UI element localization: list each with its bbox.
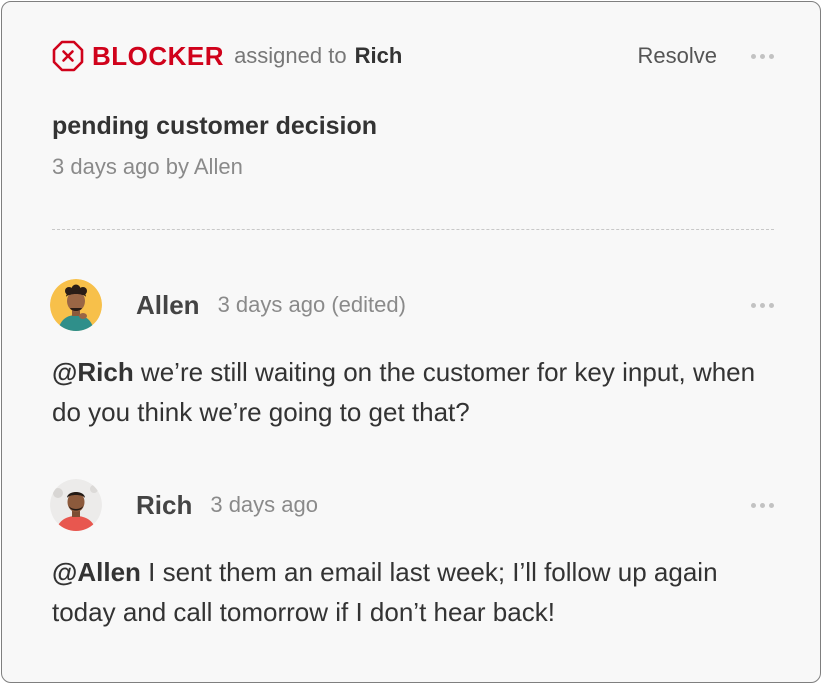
blocker-title: pending customer decision xyxy=(52,112,378,140)
more-options-icon[interactable] xyxy=(751,495,774,515)
avatar[interactable] xyxy=(50,279,102,331)
mention[interactable]: @Allen xyxy=(52,557,141,587)
avatar[interactable] xyxy=(50,479,102,531)
blocker-header: BLOCKER assigned to Rich Resolve xyxy=(52,38,774,74)
comment-timestamp: 3 days ago xyxy=(210,492,318,517)
comment-text: we’re still waiting on the customer for … xyxy=(52,357,756,427)
blocker-label: BLOCKER xyxy=(92,40,225,71)
more-options-icon[interactable] xyxy=(751,46,774,66)
more-options-icon[interactable] xyxy=(751,295,774,315)
comment-author[interactable]: Allen xyxy=(136,290,200,321)
blocker-card: BLOCKER assigned to Rich Resolve pending… xyxy=(1,1,821,683)
comment-body: @Rich we’re still waiting on the custome… xyxy=(52,352,780,432)
comment-header: Rich 3 days ago xyxy=(50,478,774,532)
blocker-meta: 3 days ago by Allen xyxy=(52,154,243,179)
comment-body: @Allen I sent them an email last week; I… xyxy=(52,552,780,632)
comment-header: Allen 3 days ago (edited) xyxy=(50,278,774,332)
resolve-button[interactable]: Resolve xyxy=(638,43,717,69)
x-octagon-icon xyxy=(52,40,84,72)
assigned-text: assigned to xyxy=(234,43,347,68)
comment-author[interactable]: Rich xyxy=(136,490,192,521)
comment-text: I sent them an email last week; I’ll fol… xyxy=(52,557,718,627)
comment-timestamp: 3 days ago (edited) xyxy=(217,292,406,317)
divider xyxy=(52,229,774,230)
assignee-name[interactable]: Rich xyxy=(355,43,403,69)
mention[interactable]: @Rich xyxy=(52,357,134,387)
